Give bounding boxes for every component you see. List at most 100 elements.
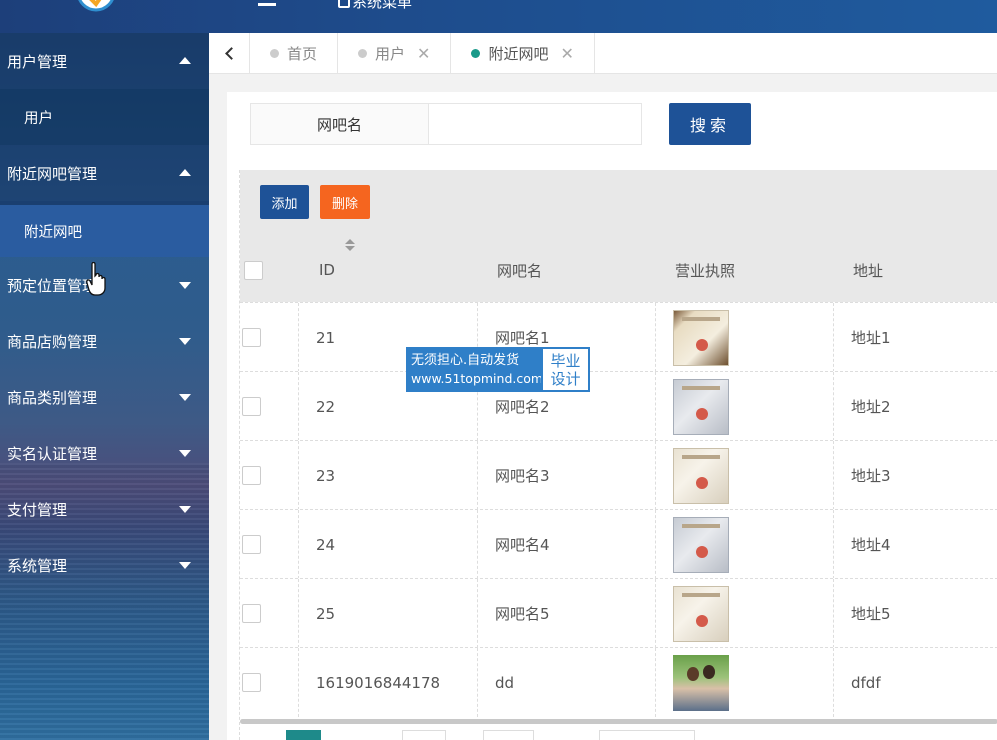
chevron-left-icon xyxy=(224,46,238,60)
column-header-id[interactable]: ID xyxy=(319,238,335,302)
table-row[interactable]: 23 网吧名3 地址3 xyxy=(240,440,997,510)
menu-toggle-icon[interactable] xyxy=(258,0,276,6)
tab-label: 附近网吧 xyxy=(488,44,549,63)
cell-id: 21 xyxy=(316,328,336,347)
watermark-right2: 设计 xyxy=(550,369,581,388)
table-row[interactable]: 24 网吧名4 地址4 xyxy=(240,509,997,579)
caret-down-icon xyxy=(179,394,191,401)
close-icon[interactable]: ✕ xyxy=(417,44,430,63)
license-image[interactable] xyxy=(673,516,729,573)
cell-name: 网吧名3 xyxy=(495,467,550,485)
main-content: 网吧名 搜索 添加 删除 ID 网吧名 营业执照 地址 21 网吧名1 地址1 … xyxy=(209,74,997,740)
tab-user[interactable]: 用户 ✕ xyxy=(338,33,452,73)
tab-dot-icon xyxy=(270,48,279,58)
sidebar-item-label: 实名认证管理 xyxy=(7,444,98,463)
table-header: ID 网吧名 营业执照 地址 xyxy=(240,238,997,302)
sidebar-item-user-management[interactable]: 用户管理 xyxy=(0,33,209,89)
cell-id: 22 xyxy=(316,397,336,416)
table-row[interactable]: 1619016844178 dd dfdf xyxy=(240,647,997,717)
cell-address: 地址4 xyxy=(851,536,891,554)
cell-address: 地址5 xyxy=(851,605,891,623)
cell-name: 网吧名5 xyxy=(495,605,550,623)
tab-label: 用户 xyxy=(375,44,406,63)
sidebar-item-category-management[interactable]: 商品类别管理 xyxy=(0,369,209,425)
caret-up-icon xyxy=(179,169,191,176)
logo-icon xyxy=(78,0,114,12)
pagination xyxy=(240,730,997,740)
page-jump-input[interactable] xyxy=(402,730,446,740)
license-image[interactable] xyxy=(673,309,729,366)
caret-down-icon xyxy=(179,338,191,345)
table-row[interactable]: 21 网吧名1 地址1 xyxy=(240,302,997,372)
system-menu[interactable]: 系统菜单 xyxy=(338,0,412,12)
sidebar-item-label: 附近网吧管理 xyxy=(7,164,98,183)
row-checkbox[interactable] xyxy=(242,535,261,554)
caret-down-icon xyxy=(179,450,191,457)
cell-name: 网吧名4 xyxy=(495,536,550,554)
sidebar-item-label: 附近网吧 xyxy=(24,224,82,241)
sidebar-item-label: 用户管理 xyxy=(7,52,68,71)
select-all-checkbox[interactable] xyxy=(244,260,263,280)
sidebar-subitem-nearby-netcafe[interactable]: 附近网吧 xyxy=(0,201,209,257)
delete-button[interactable]: 删除 xyxy=(320,185,370,219)
table-row[interactable]: 22 网吧名2 地址2 xyxy=(240,371,997,441)
sidebar-subitem-user[interactable]: 用户 xyxy=(0,89,209,145)
sidebar-item-system-management[interactable]: 系统管理 xyxy=(0,537,209,593)
sidebar-item-label: 系统管理 xyxy=(7,556,68,575)
column-header-license: 营业执照 xyxy=(675,261,736,280)
system-menu-label: 系统菜单 xyxy=(352,0,413,11)
sidebar-item-label: 商品类别管理 xyxy=(7,388,98,407)
row-checkbox[interactable] xyxy=(242,466,261,485)
horizontal-scrollbar[interactable] xyxy=(240,719,997,724)
search-label: 网吧名 xyxy=(250,103,429,145)
sidebar-item-payment-management[interactable]: 支付管理 xyxy=(0,481,209,537)
tab-home[interactable]: 首页 xyxy=(250,33,339,73)
column-header-address: 地址 xyxy=(853,261,884,280)
license-image[interactable] xyxy=(673,447,729,504)
watermark-line1: 无须担心.自动发货 xyxy=(411,352,520,368)
cell-id: 1619016844178 xyxy=(316,673,441,692)
search-button[interactable]: 搜索 xyxy=(669,103,751,145)
caret-down-icon xyxy=(179,506,191,513)
license-image[interactable] xyxy=(673,378,729,435)
cell-id: 23 xyxy=(316,466,336,485)
close-icon[interactable]: ✕ xyxy=(560,44,573,63)
row-checkbox[interactable] xyxy=(242,604,261,623)
tabs-bar: 首页 用户 ✕ 附近网吧 ✕ xyxy=(209,33,997,74)
menu-icon xyxy=(338,0,350,8)
cell-address: 地址3 xyxy=(851,467,891,485)
sidebar-item-realname-management[interactable]: 实名认证管理 xyxy=(0,425,209,481)
row-checkbox[interactable] xyxy=(242,328,261,347)
caret-down-icon xyxy=(179,282,191,289)
sidebar-item-label: 商品店购管理 xyxy=(7,332,98,351)
page-current-button[interactable] xyxy=(286,730,321,740)
top-header: 系统菜单 xyxy=(0,0,997,33)
row-checkbox[interactable] xyxy=(242,673,261,692)
cell-id: 25 xyxy=(316,604,336,623)
caret-down-icon xyxy=(179,562,191,569)
hand-cursor-icon xyxy=(86,262,106,296)
tabs-scroll-left-button[interactable] xyxy=(209,33,250,73)
sidebar-item-store-purchase-management[interactable]: 商品店购管理 xyxy=(0,313,209,369)
cell-address: dfdf xyxy=(851,673,881,692)
column-header-name: 网吧名 xyxy=(497,261,543,280)
sidebar-item-label: 预定位置管理 xyxy=(7,276,98,295)
tab-nearby-netcafe[interactable]: 附近网吧 ✕ xyxy=(451,33,595,73)
watermark-right1: 毕业 xyxy=(550,351,581,370)
sidebar-item-netcafe-management[interactable]: 附近网吧管理 xyxy=(0,145,209,201)
license-image[interactable] xyxy=(673,585,729,642)
page-size-select[interactable] xyxy=(483,730,534,740)
sort-icon[interactable] xyxy=(344,239,356,253)
cell-id: 24 xyxy=(316,535,336,554)
add-button[interactable]: 添加 xyxy=(260,185,309,219)
search-input[interactable] xyxy=(428,103,642,145)
row-checkbox[interactable] xyxy=(242,397,261,416)
cell-address: 地址2 xyxy=(851,398,891,416)
license-image[interactable] xyxy=(673,654,729,711)
watermark-badge: 无须担心.自动发货 www.51topmind.com 毕业 设计 xyxy=(406,347,590,392)
tab-dot-icon xyxy=(358,48,368,58)
table-toolbar: 添加 删除 ID 网吧名 营业执照 地址 xyxy=(240,170,997,302)
table-row[interactable]: 25 网吧名5 地址5 xyxy=(240,578,997,648)
page-go-button[interactable] xyxy=(599,730,695,740)
data-table: 添加 删除 ID 网吧名 营业执照 地址 21 网吧名1 地址1 22 网吧名2… xyxy=(239,170,997,740)
